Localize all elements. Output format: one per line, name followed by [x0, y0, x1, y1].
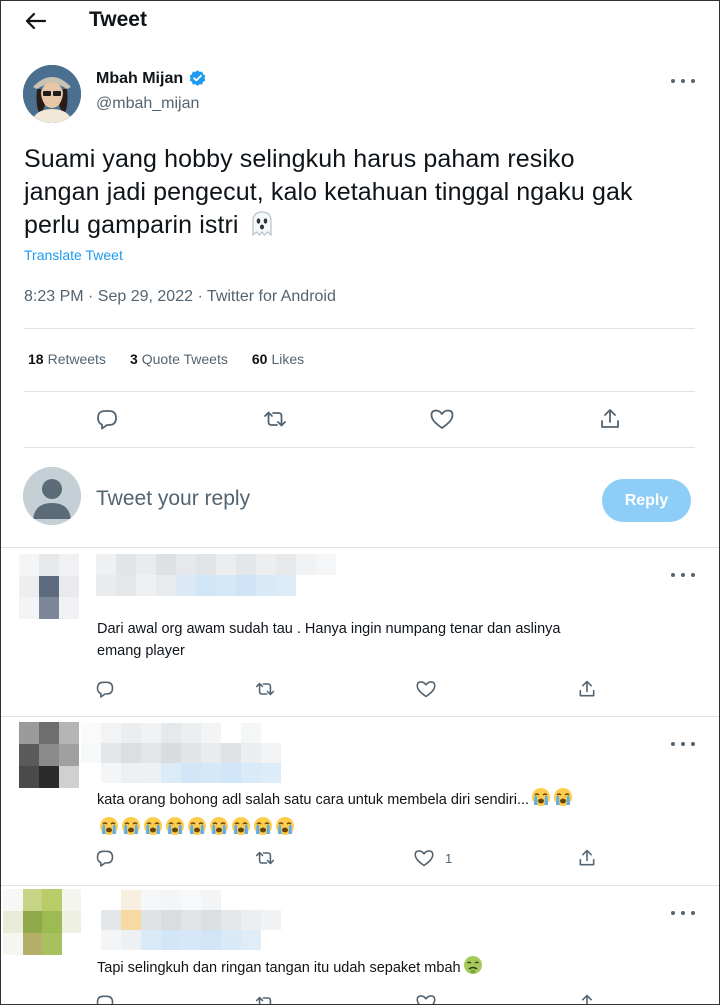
tweet-text: Suami yang hobby selingkuh harus paham r… — [24, 143, 694, 246]
likes-label: Likes — [271, 351, 305, 367]
retweet-icon[interactable] — [261, 405, 289, 433]
reply-author-pixelated[interactable] — [101, 890, 301, 950]
author-name-row: Mbah Mijan — [96, 69, 207, 88]
tweet-text-line-3: perlu gamparin istri — [24, 209, 694, 246]
loudly-crying-emoji-icon — [99, 816, 119, 843]
reply-icon[interactable] — [93, 405, 121, 433]
retweets-label: Retweets — [47, 351, 106, 367]
reply-avatar-pixelated[interactable] — [19, 722, 79, 788]
reply-button[interactable]: Reply — [602, 479, 691, 522]
translate-tweet-link[interactable]: Translate Tweet — [24, 247, 123, 263]
share-icon[interactable] — [577, 991, 597, 1004]
reply-input[interactable]: Tweet your reply — [96, 487, 250, 511]
share-icon[interactable] — [577, 677, 597, 701]
divider — [1, 547, 719, 548]
reply-author-pixelated[interactable] — [96, 554, 336, 596]
reply-icon[interactable] — [95, 677, 115, 701]
loudly-crying-emoji-icon — [187, 816, 207, 843]
tweet-text-line: jangan jadi pengecut, kalo ketahuan ting… — [24, 178, 633, 206]
reply-icon[interactable] — [95, 846, 115, 870]
tweet-action-bar — [24, 401, 695, 437]
tweet-text-line: perlu gamparin istri — [24, 211, 239, 239]
loudly-crying-emoji-icon — [231, 816, 251, 843]
verified-badge-icon — [188, 69, 207, 88]
loudly-crying-emoji-icon — [553, 787, 573, 814]
quote-tweets-count: 3 — [129, 351, 138, 367]
likes-stat[interactable]: 60 Likes — [252, 351, 304, 367]
share-icon[interactable] — [596, 405, 624, 433]
reply-text-line: kata orang bohong adl salah satu cara un… — [97, 792, 530, 808]
retweets-count: 18 — [28, 351, 44, 367]
like-icon[interactable] — [415, 991, 437, 1004]
tweet-detail-screen: Tweet Mbah Mijan @mbah_mijan Suami yang … — [0, 0, 720, 1005]
divider — [24, 328, 695, 329]
reply-more-options-icon[interactable] — [671, 570, 695, 580]
reply-action-bar: 1 — [93, 846, 613, 870]
reply-text-line: emang player — [97, 643, 185, 659]
loudly-crying-emoji-icon — [253, 816, 273, 843]
author-name[interactable]: Mbah Mijan — [96, 70, 183, 88]
quote-tweets-stat[interactable]: 3 Quote Tweets — [130, 351, 228, 367]
like-count: 1 — [445, 850, 453, 866]
likes-count: 60 — [251, 351, 268, 367]
reply-avatar-pixelated[interactable] — [3, 889, 81, 955]
reply-text-line-1: kata orang bohong adl salah satu cara un… — [97, 787, 697, 814]
like-button[interactable]: 1 — [413, 846, 452, 870]
reply-text-line: Tapi selingkuh dan ringan tangan itu uda… — [97, 960, 461, 976]
loudly-crying-emoji-icon — [531, 787, 551, 814]
my-avatar[interactable] — [23, 467, 81, 525]
reply-author-pixelated[interactable] — [81, 723, 301, 783]
divider — [24, 391, 695, 392]
engagement-stats: 18 Retweets 3 Quote Tweets 60 Likes — [28, 351, 304, 367]
reply-avatar-pixelated[interactable] — [19, 554, 79, 619]
divider — [1, 716, 719, 717]
reply-text-line-1: Tapi selingkuh dan ringan tangan itu uda… — [97, 955, 697, 982]
reply-action-bar — [93, 677, 613, 701]
share-icon[interactable] — [577, 846, 597, 870]
reply-text: Tapi selingkuh dan ringan tangan itu uda… — [97, 955, 697, 982]
retweet-icon[interactable] — [253, 677, 277, 701]
more-options-icon[interactable] — [671, 76, 695, 86]
page-title: Tweet — [89, 8, 147, 31]
back-arrow-icon[interactable] — [21, 7, 51, 35]
like-icon[interactable] — [415, 677, 437, 701]
retweets-stat[interactable]: 18 Retweets — [28, 351, 106, 367]
reply-more-options-icon[interactable] — [671, 908, 695, 918]
tweet-text-line: Suami yang hobby selingkuh harus paham r… — [24, 145, 575, 173]
like-icon[interactable] — [428, 405, 456, 433]
tweet-timestamp[interactable]: 8:23 PM · Sep 29, 2022 · Twitter for And… — [24, 288, 336, 306]
like-icon — [413, 848, 435, 868]
retweet-icon[interactable] — [253, 846, 277, 870]
author-handle[interactable]: @mbah_mijan — [96, 95, 199, 113]
divider — [24, 447, 695, 448]
reply-action-bar — [93, 991, 613, 1004]
reply-text-line: Dari awal org awam sudah tau . Hanya ing… — [97, 621, 561, 637]
divider — [1, 885, 719, 886]
loudly-crying-emoji-icon — [143, 816, 163, 843]
reply-more-options-icon[interactable] — [671, 739, 695, 749]
top-bar: Tweet — [1, 1, 719, 43]
reply-text: Dari awal org awam sudah tau . Hanya ing… — [97, 618, 677, 662]
retweet-icon[interactable] — [253, 991, 277, 1004]
loudly-crying-emoji-icon — [275, 816, 295, 843]
quote-tweets-label: Quote Tweets — [141, 351, 228, 367]
emoji-row — [97, 816, 697, 843]
loudly-crying-emoji-icon — [165, 816, 185, 843]
loudly-crying-emoji-icon — [209, 816, 229, 843]
reply-text: kata orang bohong adl salah satu cara un… — [97, 787, 697, 843]
nauseated-face-emoji-icon — [463, 955, 483, 982]
reply-icon[interactable] — [95, 991, 115, 1004]
author-avatar[interactable] — [23, 65, 81, 123]
loudly-crying-emoji-icon — [121, 816, 141, 843]
ghost-emoji-icon — [248, 209, 276, 246]
